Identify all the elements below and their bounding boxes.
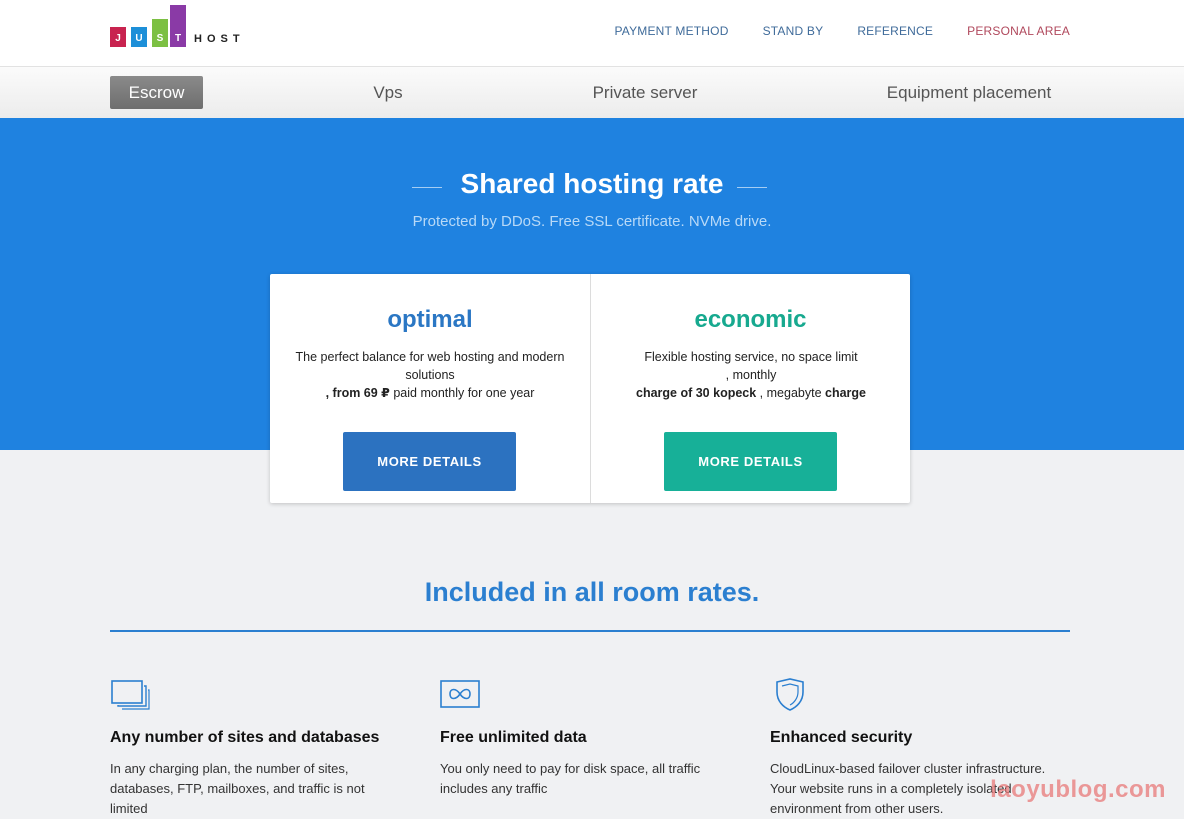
logo-bar-t: T (170, 5, 186, 47)
tab-equipment-placement[interactable]: Equipment placement (870, 76, 1068, 109)
nav-payment-method[interactable]: PAYMENT METHOD (614, 24, 728, 38)
nav-stand-by[interactable]: STAND BY (763, 24, 824, 38)
plan-title-economic: economic (694, 306, 807, 333)
hero-title-line-right (737, 187, 767, 188)
plan-cards: optimal The perfect balance for web host… (270, 274, 910, 503)
more-details-economic-button[interactable]: MORE DETAILS (664, 432, 837, 491)
included-title: Included in all room rates. (424, 577, 760, 607)
justhost-logo[interactable]: J U S T HOST (110, 5, 250, 47)
feature-title: Any number of sites and databases (110, 729, 380, 746)
header: J U S T HOST PAYMENT METHOD STAND BY REF… (0, 0, 1184, 66)
nav-reference[interactable]: REFERENCE (857, 24, 933, 38)
plan-price-note: paid monthly for one year (389, 386, 535, 400)
plan-price-line: , from 69 ₽ paid monthly for one year (288, 384, 572, 402)
plan-desc-optimal: The perfect balance for web hosting and … (288, 348, 572, 402)
feature-sites-databases: Any number of sites and databases In any… (110, 678, 400, 819)
logo-host-text: HOST (194, 33, 245, 45)
plan-desc-line: The perfect balance for web hosting and … (295, 350, 565, 382)
tab-vps[interactable]: Vps (348, 76, 428, 109)
tab-escrow[interactable]: Escrow (110, 76, 203, 109)
feature-text: In any charging plan, the number of site… (110, 761, 365, 816)
sites-stack-icon (111, 680, 150, 710)
plan-price: , from 69 ₽ (325, 386, 390, 400)
included-divider (110, 630, 1070, 632)
plan-price-unit: charge (825, 386, 866, 400)
feature-title: Enhanced security (770, 729, 913, 746)
top-nav: PAYMENT METHOD STAND BY REFERENCE PERSON… (614, 24, 1070, 38)
logo-bar-u: U (131, 27, 147, 47)
hero-title: Shared hosting rate (460, 168, 724, 199)
plan-price-note: , megabyte (756, 386, 825, 400)
logo-bar-j: J (110, 27, 126, 47)
feature-text: You only need to pay for disk space, all… (440, 761, 701, 796)
plan-card-economic: economic Flexible hosting service, no sp… (590, 274, 910, 503)
logo-bar-s: S (152, 19, 168, 47)
feature-unlimited-data: Free unlimited data You only need to pay… (440, 678, 730, 799)
infinity-icon (440, 680, 480, 708)
plan-price-line: charge of 30 kopeck , megabyte charge (609, 384, 893, 402)
nav-personal-area[interactable]: PERSONAL AREA (967, 24, 1070, 38)
service-tabs: Escrow Vps Private server Equipment plac… (0, 66, 1184, 118)
shield-icon (776, 678, 804, 711)
plan-desc-line: Flexible hosting service, no space limit (644, 350, 858, 364)
plan-desc-line: , monthly (725, 368, 777, 382)
plan-title-optimal: optimal (387, 306, 473, 333)
plan-price: charge of 30 kopeck (636, 386, 757, 400)
more-details-optimal-button[interactable]: MORE DETAILS (343, 432, 516, 491)
watermark: laoyublog.com (990, 776, 1166, 803)
plan-desc-economic: Flexible hosting service, no space limit… (609, 348, 893, 402)
hero-subtitle: Protected by DDoS. Free SSL certificate.… (412, 213, 772, 230)
tab-private-server[interactable]: Private server (570, 76, 720, 109)
plan-card-optimal: optimal The perfect balance for web host… (270, 274, 590, 503)
feature-title: Free unlimited data (440, 729, 587, 746)
